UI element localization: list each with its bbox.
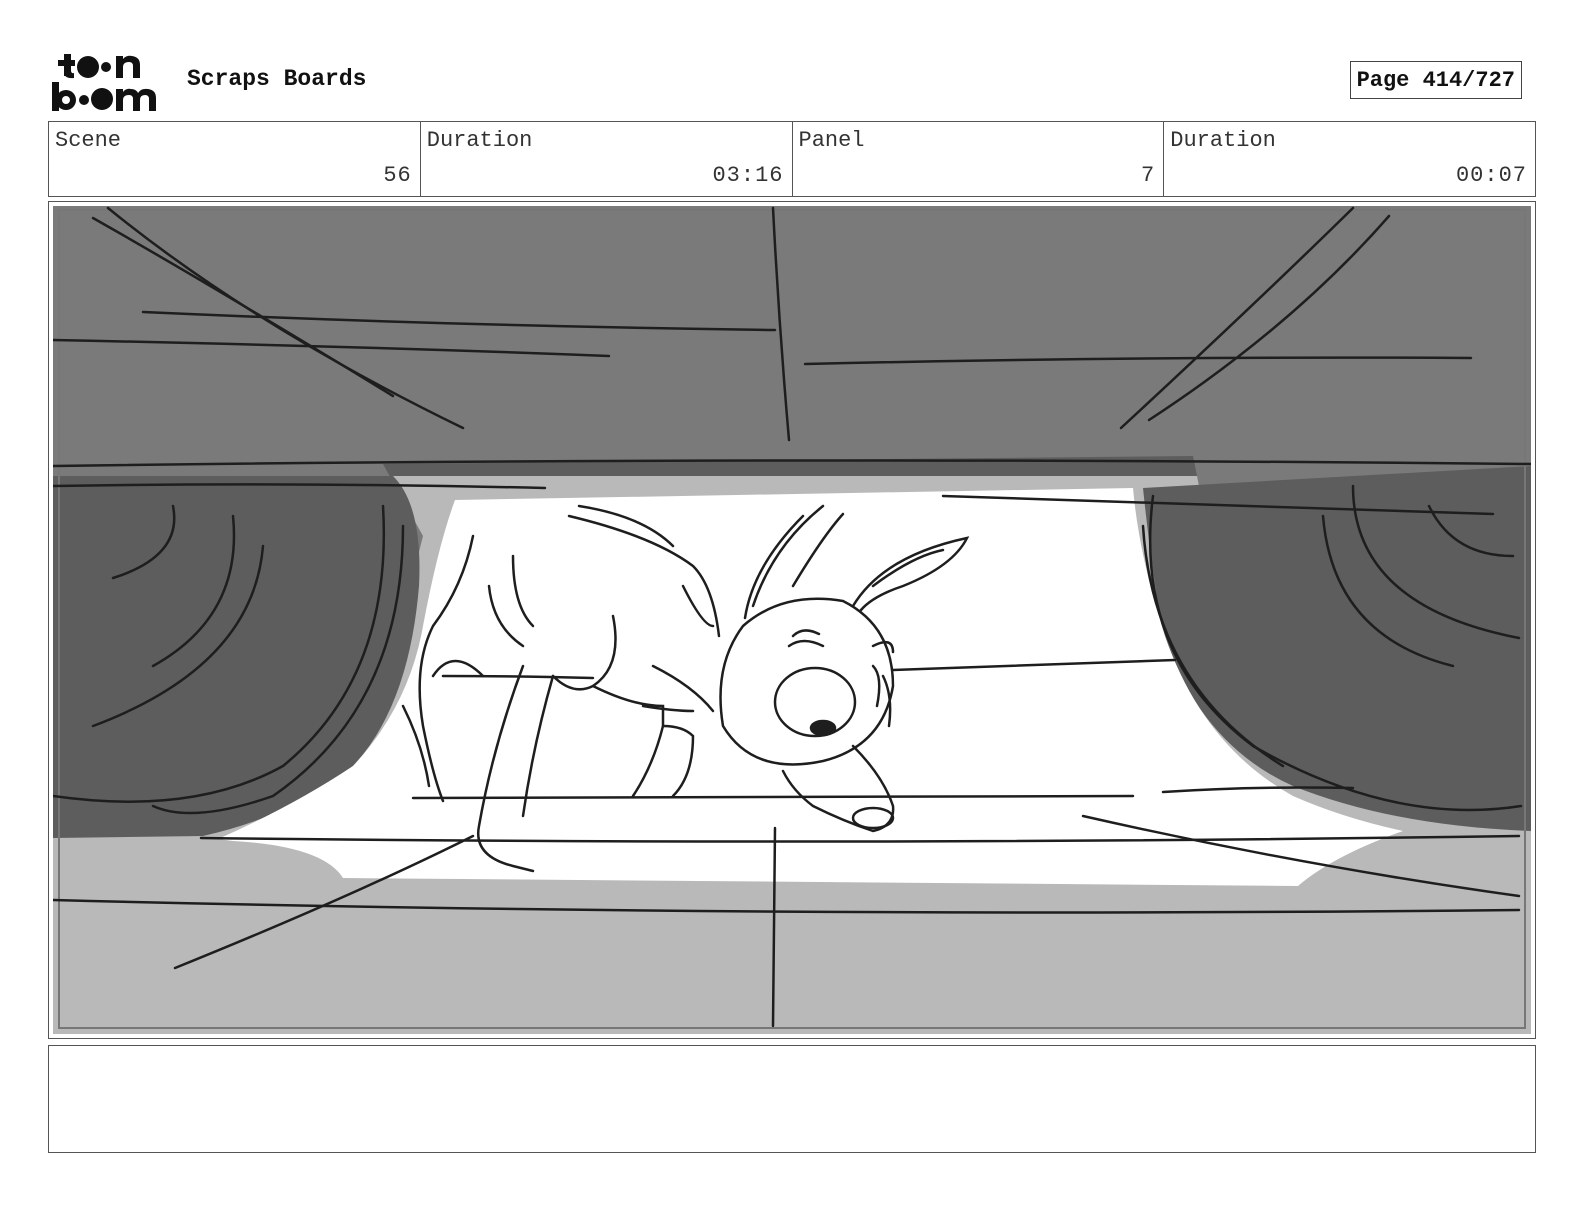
panel-cell: Panel 7: [793, 122, 1165, 196]
panel-duration-value: 00:07: [1455, 163, 1527, 188]
scene-value: 56: [383, 163, 412, 188]
scene-duration-cell: Duration 03:16: [421, 122, 793, 196]
toon-boom-logo: [52, 50, 164, 112]
page-label: Page: [1356, 67, 1410, 93]
storyboard-panel: [48, 201, 1536, 1039]
panel-duration-cell: Duration 00:07: [1164, 122, 1535, 196]
scene-label: Scene: [55, 128, 122, 153]
board-title: Scraps Boards: [187, 66, 367, 92]
panel-label: Panel: [798, 128, 865, 153]
storyboard-sketch: [53, 206, 1531, 1034]
scene-duration-label: Duration: [426, 128, 533, 153]
panel-duration-label: Duration: [1170, 128, 1276, 153]
panel-notes: [48, 1045, 1536, 1153]
panel-info-row: Scene 56 Duration 03:16 Panel 7 Duration…: [48, 121, 1536, 197]
scene-duration-value: 03:16: [712, 163, 784, 188]
scene-cell: Scene 56: [49, 122, 421, 196]
page-number: 414/727: [1422, 67, 1515, 93]
page-indicator: Page 414/727: [1349, 61, 1522, 99]
panel-value: 7: [1141, 163, 1156, 188]
